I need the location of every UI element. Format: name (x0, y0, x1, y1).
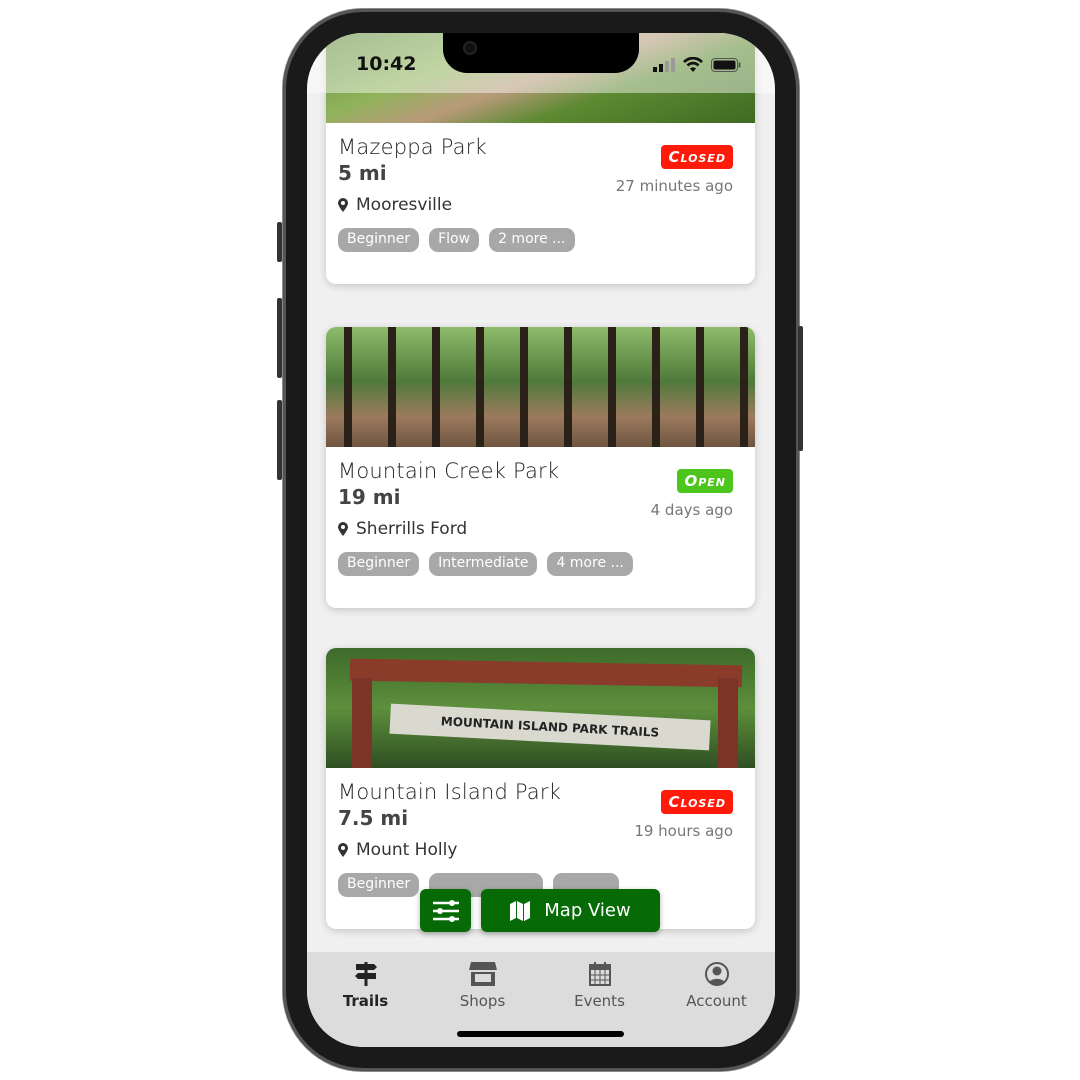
tab-trails[interactable]: Trails (307, 952, 424, 1047)
trail-card[interactable]: Mountain Creek Park 19 mi Sherrills Ford… (326, 327, 755, 608)
map-pin-icon (338, 198, 348, 212)
trail-photo: MOUNTAIN ISLAND PARK TRAILS (326, 648, 755, 768)
trail-card[interactable]: MOUNTAIN ISLAND PARK TRAILS Mountain Isl… (326, 648, 755, 929)
tag: Beginner (338, 552, 420, 576)
tag-more: 2 more ... (489, 228, 575, 252)
wifi-icon (683, 57, 703, 72)
camera (463, 41, 477, 55)
app-screen: 10:42 Mazeppa Park 5 mi Mooresville Begi… (307, 33, 775, 1047)
user-circle-icon (704, 962, 729, 986)
tab-label: Shops (459, 992, 506, 1010)
volume-up-button (277, 298, 282, 378)
tag-more: 4 more ... (547, 552, 633, 576)
battery-icon (711, 58, 741, 72)
tab-label: Account (686, 992, 747, 1010)
map-icon (510, 900, 531, 921)
status-time: 10:42 (356, 53, 417, 75)
home-indicator[interactable] (457, 1031, 624, 1037)
trail-location: Mooresville (356, 195, 453, 215)
signpost-icon (354, 962, 377, 986)
trail-location: Mount Holly (356, 840, 458, 860)
updated-time: 27 minutes ago (615, 177, 733, 195)
power-button (798, 326, 803, 451)
mute-switch (277, 222, 282, 262)
updated-time: 19 hours ago (634, 822, 733, 840)
map-view-button[interactable]: Map View (481, 889, 660, 932)
filter-button[interactable] (420, 889, 471, 932)
status-badge: Closed (661, 145, 733, 169)
tag: Beginner (338, 873, 420, 897)
map-view-label: Map View (544, 900, 631, 921)
sliders-icon (432, 899, 459, 922)
signal-icon (653, 58, 675, 72)
status-badge: Closed (661, 790, 733, 814)
tab-label: Trails (342, 992, 389, 1010)
park-sign: MOUNTAIN ISLAND PARK TRAILS (389, 703, 711, 751)
tab-label: Events (574, 992, 625, 1010)
store-icon (468, 962, 497, 986)
tab-account[interactable]: Account (658, 952, 775, 1047)
status-badge: Open (677, 469, 733, 493)
map-pin-icon (338, 522, 348, 536)
tag: Flow (429, 228, 480, 252)
calendar-icon (588, 962, 611, 986)
volume-down-button (277, 400, 282, 480)
trail-photo (326, 327, 755, 447)
tag: Beginner (338, 228, 420, 252)
trail-location: Sherrills Ford (356, 519, 468, 539)
updated-time: 4 days ago (650, 501, 733, 519)
tag: Intermediate (429, 552, 538, 576)
map-pin-icon (338, 843, 348, 857)
